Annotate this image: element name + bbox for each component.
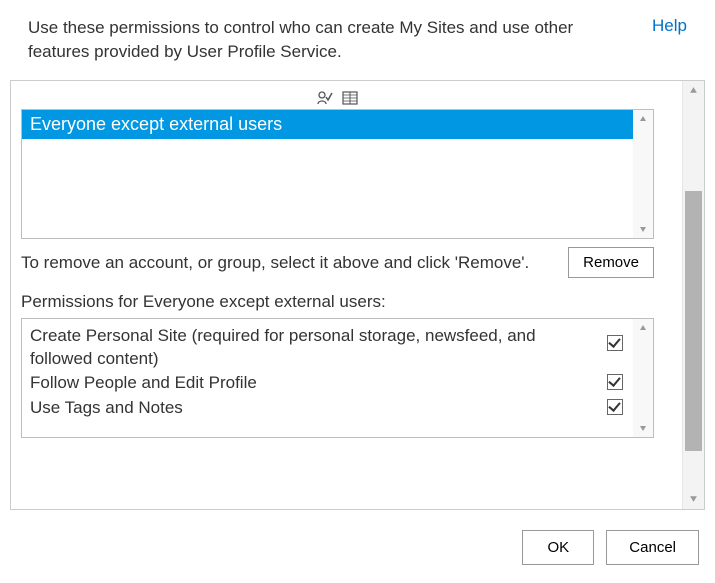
permissions-listbox[interactable]: Create Personal Site (required for perso… [21, 318, 654, 438]
permission-checkbox[interactable] [607, 374, 623, 390]
remove-hint: To remove an account, or group, select i… [21, 251, 568, 275]
user-listbox[interactable]: Everyone except external users [21, 109, 654, 239]
browse-directory-icon[interactable] [342, 90, 358, 104]
scroll-up-arrow[interactable] [683, 81, 704, 101]
permission-label: Use Tags and Notes [30, 397, 603, 420]
permission-checkbox[interactable] [607, 399, 623, 415]
user-list-item[interactable]: Everyone except external users [22, 110, 633, 139]
ok-button[interactable]: OK [522, 530, 594, 565]
scrollbar-thumb[interactable] [685, 191, 702, 451]
page-description: Use these permissions to control who can… [28, 16, 636, 64]
scroll-up-arrow[interactable] [633, 319, 653, 337]
scroll-up-arrow[interactable] [633, 110, 653, 128]
user-list-scrollbar[interactable] [633, 110, 653, 238]
permissions-scrollbar[interactable] [633, 319, 653, 437]
dialog-panel: Everyone except external users To remove… [10, 80, 705, 510]
permission-label: Create Personal Site (required for perso… [30, 325, 603, 371]
scroll-down-arrow[interactable] [633, 419, 653, 437]
permission-label: Follow People and Edit Profile [30, 372, 603, 395]
user-picker-toolbar [21, 87, 654, 105]
scroll-down-arrow[interactable] [683, 489, 704, 509]
remove-button[interactable]: Remove [568, 247, 654, 278]
permission-checkbox[interactable] [607, 335, 623, 351]
scroll-down-arrow[interactable] [633, 220, 653, 238]
help-link[interactable]: Help [652, 16, 687, 36]
check-names-icon[interactable] [317, 90, 333, 104]
dialog-scrollbar[interactable] [682, 81, 704, 509]
cancel-button[interactable]: Cancel [606, 530, 699, 565]
permissions-heading: Permissions for Everyone except external… [21, 292, 654, 312]
